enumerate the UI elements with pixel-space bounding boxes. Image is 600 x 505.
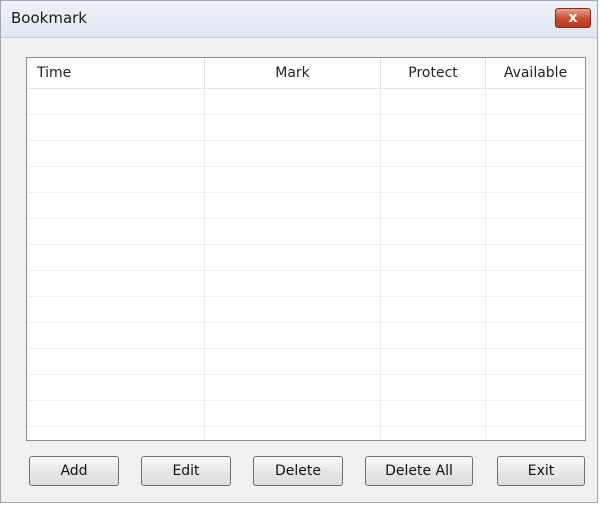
table-cell: [27, 375, 205, 400]
table-cell: [205, 245, 381, 270]
table-cell: [27, 401, 205, 426]
edit-button[interactable]: Edit: [141, 456, 231, 486]
table-cell: [486, 271, 585, 296]
table-cell: [27, 89, 205, 114]
table-cell: [486, 323, 585, 348]
table-cell: [27, 167, 205, 192]
table-cell: [205, 167, 381, 192]
table-cell: [381, 323, 486, 348]
table-row[interactable]: [27, 167, 585, 193]
table-cell: [486, 427, 585, 440]
table-cell: [381, 427, 486, 440]
table-cell: [486, 297, 585, 322]
table-cell: [205, 89, 381, 114]
table-cell: [27, 271, 205, 296]
column-header-time[interactable]: Time: [27, 58, 205, 88]
table-row[interactable]: [27, 141, 585, 167]
table-cell: [486, 245, 585, 270]
table-cell: [27, 349, 205, 374]
list-header: Time Mark Protect Available: [27, 58, 585, 89]
table-row[interactable]: [27, 401, 585, 427]
table-cell: [381, 271, 486, 296]
table-cell: [27, 427, 205, 440]
table-row[interactable]: [27, 323, 585, 349]
column-header-protect[interactable]: Protect: [381, 58, 486, 88]
table-cell: [381, 245, 486, 270]
table-cell: [381, 89, 486, 114]
table-cell: [205, 323, 381, 348]
table-cell: [27, 141, 205, 166]
close-button[interactable]: x: [555, 8, 591, 28]
table-cell: [381, 115, 486, 140]
table-row[interactable]: [27, 427, 585, 440]
column-header-mark[interactable]: Mark: [205, 58, 381, 88]
table-cell: [381, 401, 486, 426]
table-cell: [381, 193, 486, 218]
table-cell: [205, 115, 381, 140]
table-cell: [205, 297, 381, 322]
column-header-available[interactable]: Available: [486, 58, 585, 88]
table-cell: [486, 401, 585, 426]
delete-button[interactable]: Delete: [253, 456, 343, 486]
table-cell: [27, 297, 205, 322]
table-cell: [27, 245, 205, 270]
table-cell: [381, 219, 486, 244]
table-cell: [205, 219, 381, 244]
add-button[interactable]: Add: [29, 456, 119, 486]
table-cell: [27, 193, 205, 218]
close-icon: x: [568, 10, 578, 26]
table-row[interactable]: [27, 375, 585, 401]
table-cell: [486, 167, 585, 192]
table-cell: [486, 193, 585, 218]
title-bar[interactable]: Bookmark x: [1, 1, 597, 38]
table-cell: [381, 141, 486, 166]
bookmark-dialog: Bookmark x Time Mark Protect Available A…: [0, 0, 598, 503]
bookmark-list[interactable]: Time Mark Protect Available: [26, 57, 586, 441]
table-row[interactable]: [27, 297, 585, 323]
table-cell: [205, 427, 381, 440]
table-row[interactable]: [27, 115, 585, 141]
table-cell: [205, 401, 381, 426]
table-cell: [205, 375, 381, 400]
table-cell: [381, 349, 486, 374]
delete-all-button[interactable]: Delete All: [365, 456, 473, 486]
table-cell: [486, 349, 585, 374]
table-row[interactable]: [27, 89, 585, 115]
table-cell: [27, 323, 205, 348]
exit-button[interactable]: Exit: [497, 456, 585, 486]
table-cell: [486, 89, 585, 114]
table-cell: [486, 219, 585, 244]
table-cell: [381, 167, 486, 192]
table-row[interactable]: [27, 349, 585, 375]
table-cell: [486, 375, 585, 400]
button-bar: Add Edit Delete Delete All Exit: [1, 456, 597, 488]
table-cell: [486, 115, 585, 140]
table-cell: [27, 115, 205, 140]
table-cell: [27, 219, 205, 244]
table-cell: [205, 193, 381, 218]
table-row[interactable]: [27, 219, 585, 245]
table-row[interactable]: [27, 271, 585, 297]
table-cell: [205, 349, 381, 374]
window-title: Bookmark: [11, 9, 87, 27]
table-cell: [381, 375, 486, 400]
table-cell: [205, 271, 381, 296]
list-body: [27, 89, 585, 440]
table-cell: [486, 141, 585, 166]
table-cell: [205, 141, 381, 166]
table-row[interactable]: [27, 193, 585, 219]
table-row[interactable]: [27, 245, 585, 271]
table-cell: [381, 297, 486, 322]
